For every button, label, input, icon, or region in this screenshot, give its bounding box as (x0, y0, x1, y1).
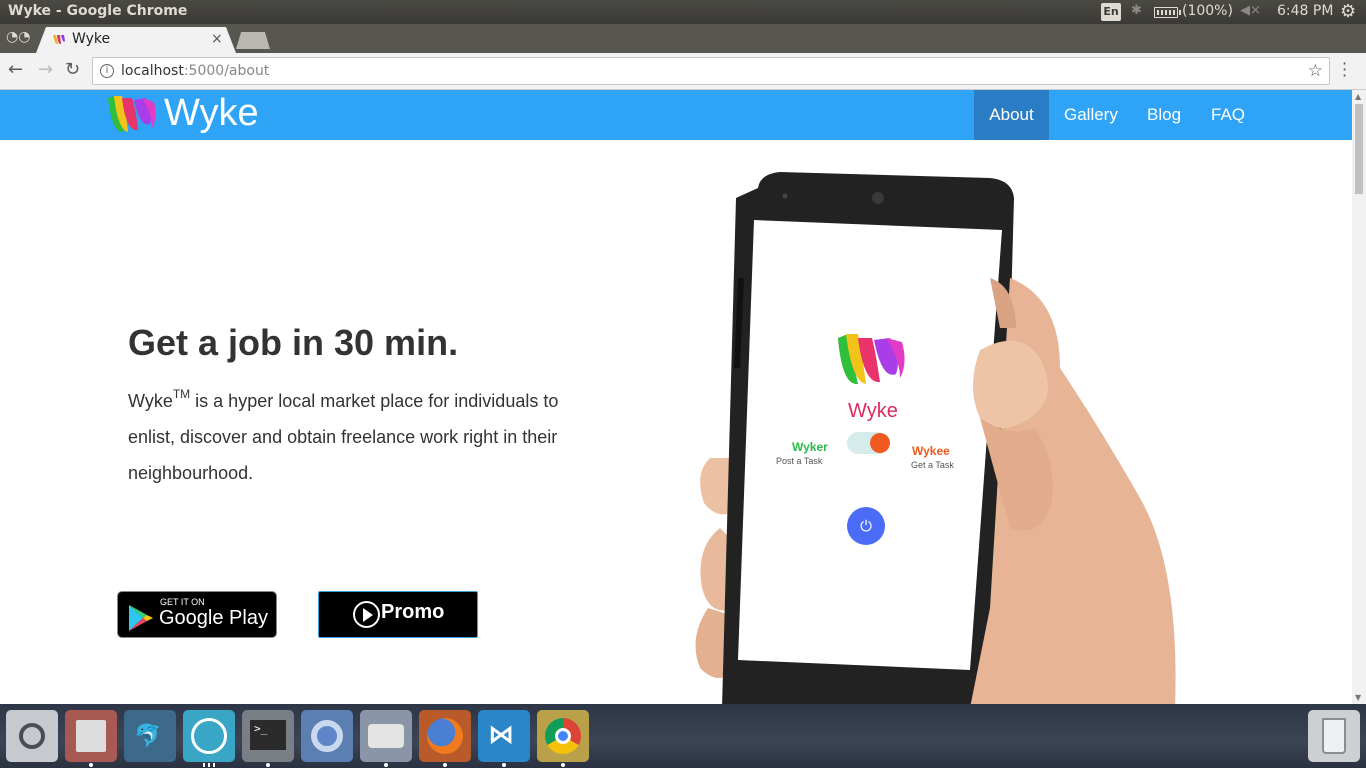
volume-muted-icon[interactable]: ◀× (1240, 3, 1261, 18)
page-scrollbar[interactable]: ▲ ▼ (1352, 90, 1366, 704)
terminal-icon[interactable]: >_ (242, 710, 294, 767)
incognito-icon: ◔◔ (6, 29, 31, 45)
bluetooth-icon[interactable]: ✱ (1131, 3, 1142, 18)
url-host: localhost (121, 63, 184, 79)
wyke-logo-icon[interactable] (106, 94, 158, 136)
launcher-dock: 🐬 >_ ⋈ (0, 704, 1366, 768)
nav-gallery[interactable]: Gallery (1049, 90, 1133, 140)
nav-blog[interactable]: Blog (1132, 90, 1196, 140)
star-icon[interactable]: ☆ (1308, 61, 1323, 81)
firefox-icon[interactable] (419, 710, 471, 767)
top-panel: Wyke - Google Chrome En ✱ (100%) ◀× 6:48… (0, 0, 1366, 24)
menu-dots-icon[interactable]: · · · (1342, 56, 1347, 84)
window-title: Wyke - Google Chrome (8, 3, 188, 19)
keyboard-layout-indicator[interactable]: En (1101, 3, 1121, 21)
trash-icon[interactable] (1308, 710, 1360, 762)
wykee-label: Wykee (912, 444, 950, 458)
google-play-small-text: GET IT ON (160, 597, 205, 607)
clock[interactable]: 6:48 PM (1277, 3, 1333, 19)
wyker-label: Wyker (792, 440, 828, 454)
chrome-icon[interactable] (537, 710, 589, 767)
close-icon[interactable]: × (211, 31, 223, 47)
ubuntu-dash-icon[interactable] (6, 710, 58, 762)
scroll-thumb[interactable] (1355, 104, 1363, 194)
promo-button[interactable]: Promo (318, 591, 478, 638)
paw-icon[interactable] (183, 710, 235, 767)
url-text[interactable]: localhost:5000/about (121, 63, 269, 79)
scroll-down-arrow-icon[interactable]: ▼ (1355, 693, 1361, 702)
power-button[interactable]: ⏻ (847, 507, 885, 545)
wyker-subtitle: Post a Task (776, 456, 823, 466)
address-bar[interactable]: i localhost:5000/about ☆ (92, 57, 1330, 85)
tab-strip: ◔◔ Wyke × (0, 24, 1366, 53)
tab-title: Wyke (72, 31, 111, 47)
browser-toolbar: ← → ↻ i localhost:5000/about ☆ · · · (0, 53, 1366, 90)
mysql-workbench-icon[interactable]: 🐬 (124, 710, 176, 762)
wykee-subtitle: Get a Task (911, 460, 954, 470)
hero-title: Get a job in 30 min. (128, 322, 459, 363)
google-play-label: Google Play (159, 607, 268, 629)
vscode-icon[interactable]: ⋈ (478, 710, 530, 767)
phone-in-hand-illustration (695, 172, 1176, 704)
scroll-up-arrow-icon[interactable]: ▲ (1355, 92, 1361, 101)
url-path: :5000/about (183, 63, 270, 79)
back-arrow-icon[interactable]: ← (8, 59, 23, 80)
trademark-mark: TM (172, 387, 191, 401)
play-circle-icon (353, 601, 380, 628)
files-icon[interactable] (65, 710, 117, 767)
wyke-favicon-icon (53, 35, 65, 45)
hero-body-text: is a hyper local market place for indivi… (128, 391, 559, 483)
gear-icon[interactable]: ⚙ (1340, 1, 1356, 22)
brand-name[interactable]: Wyke (164, 92, 259, 135)
hero-brand-word: Wyke (128, 391, 173, 411)
hero-description: WykeTM is a hyper local market place for… (128, 376, 588, 491)
reload-icon[interactable]: ↻ (65, 59, 80, 80)
forward-arrow-icon[interactable]: → (38, 59, 53, 80)
app-name: Wyke (848, 400, 898, 422)
new-tab-button[interactable] (236, 32, 270, 49)
google-play-button[interactable]: GET IT ON Google Play (117, 591, 277, 638)
toggle-knob (870, 433, 890, 453)
page-viewport: Wyke About Gallery Blog FAQ Get a job in… (0, 90, 1352, 704)
promo-label: Promo (381, 601, 445, 623)
wyke-app-logo-icon (838, 334, 905, 385)
battery-percentage: (100%) (1182, 3, 1233, 19)
info-icon[interactable]: i (100, 64, 114, 78)
tab-wyke[interactable]: Wyke × (36, 27, 236, 53)
role-toggle[interactable] (847, 432, 890, 454)
site-navbar: Wyke About Gallery Blog FAQ (0, 90, 1352, 140)
battery-icon[interactable] (1154, 7, 1181, 18)
nav-about[interactable]: About (974, 90, 1049, 140)
chromium-icon[interactable] (301, 710, 353, 762)
nav-faq[interactable]: FAQ (1196, 90, 1260, 140)
google-play-icon (129, 605, 153, 631)
disk-icon[interactable] (360, 710, 412, 767)
